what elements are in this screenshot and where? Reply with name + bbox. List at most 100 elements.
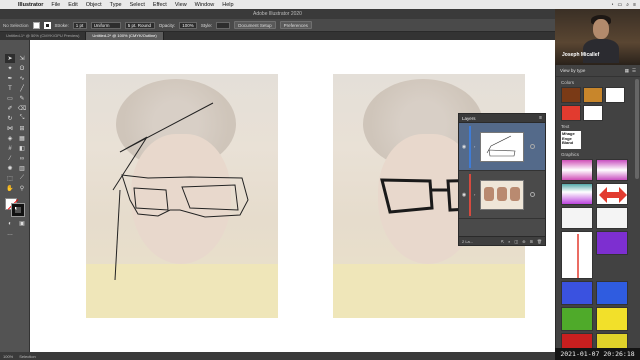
graphics-section-title[interactable]: Graphics <box>556 149 640 159</box>
fill-swatch[interactable] <box>32 21 40 29</box>
eyedropper-tool-icon[interactable]: ⁄ <box>5 154 15 163</box>
menu-select[interactable]: Select <box>126 2 149 8</box>
export-icon[interactable]: ⇱ <box>501 239 504 244</box>
text-style-sample[interactable]: Mhage Enge Bland <box>561 131 581 149</box>
battery-icon[interactable]: ▭ <box>618 2 623 8</box>
new-sublayer-icon[interactable]: ⊕ <box>522 239 525 244</box>
column-graph-tool-icon[interactable]: ▥ <box>17 164 27 173</box>
stroke-label[interactable]: Stroke: <box>55 23 69 28</box>
symbol-sprayer-tool-icon[interactable]: ✺ <box>5 164 15 173</box>
colors-section-title[interactable]: Colors <box>556 77 640 87</box>
graphic-pink-burst[interactable] <box>561 159 593 181</box>
hand-tool-icon[interactable]: ✋ <box>5 184 15 193</box>
screen-mode-icon[interactable]: ▣ <box>17 219 27 228</box>
layer-row-2[interactable]: ◉ › <box>459 123 545 171</box>
active-tool-status[interactable]: Selection <box>19 354 35 359</box>
visibility-eye-icon[interactable]: ◉ <box>459 144 469 150</box>
graphic-frame-2[interactable] <box>596 207 628 229</box>
slice-tool-icon[interactable]: ⟋ <box>17 174 27 183</box>
control-center-icon[interactable]: ≡ <box>633 2 636 8</box>
style-swatch[interactable] <box>216 21 231 29</box>
graphic-splash[interactable] <box>561 183 593 205</box>
stroke-swatch[interactable] <box>43 21 51 29</box>
line-tool-icon[interactable]: ╱ <box>17 84 27 93</box>
rectangle-tool-icon[interactable]: ▭ <box>5 94 15 103</box>
rotate-tool-icon[interactable]: ↻ <box>5 114 15 123</box>
curvature-tool-icon[interactable]: ∿ <box>17 74 27 83</box>
free-transform-tool-icon[interactable]: ⊞ <box>17 124 27 133</box>
layer-target-icon[interactable] <box>530 192 535 197</box>
variable-width-profile[interactable]: Uniform <box>90 21 121 29</box>
layers-title[interactable]: Layers <box>462 116 476 121</box>
layer-row-1[interactable]: ◉ › <box>459 171 545 219</box>
direct-selection-tool-icon[interactable]: ⇲ <box>17 54 27 63</box>
magic-wand-tool-icon[interactable]: ✦ <box>5 64 15 73</box>
zoom-level[interactable]: 100% <box>3 354 13 359</box>
graphic-purple[interactable] <box>596 231 628 255</box>
menu-object[interactable]: Object <box>82 2 106 8</box>
color-swatch-brown[interactable] <box>561 87 581 103</box>
edit-toolbar-icon[interactable]: … <box>5 229 15 238</box>
new-layer-icon[interactable]: ⊞ <box>530 239 533 244</box>
menu-app[interactable]: Illustrator <box>14 2 47 8</box>
preferences-button[interactable]: Preferences <box>279 21 312 29</box>
layer-target-icon[interactable] <box>530 144 535 149</box>
graphic-blue-2[interactable] <box>596 281 628 305</box>
selection-tool-icon[interactable]: ➤ <box>5 54 15 63</box>
eraser-tool-icon[interactable]: ⌫ <box>17 104 27 113</box>
brush-definition[interactable]: 5 pt. Round <box>124 21 155 29</box>
graphic-red-line[interactable] <box>561 231 593 279</box>
list-view-icon[interactable]: ☰ <box>632 68 636 74</box>
menu-type[interactable]: Type <box>106 2 126 8</box>
text-section-title[interactable]: Text <box>556 121 640 131</box>
panel-menu-icon[interactable]: ≡ <box>539 115 545 121</box>
color-swatch-red[interactable] <box>561 105 581 121</box>
libraries-scrollbar[interactable] <box>635 79 639 179</box>
search-icon[interactable]: ⌕ <box>626 2 629 8</box>
style-label[interactable]: Style: <box>201 23 212 28</box>
graphic-red-arrows[interactable] <box>596 183 628 205</box>
shape-builder-tool-icon[interactable]: ◈ <box>5 134 15 143</box>
menu-edit[interactable]: Edit <box>64 2 81 8</box>
locate-object-icon[interactable]: ⌕ <box>508 239 510 244</box>
color-swatch-orange[interactable] <box>583 87 603 103</box>
grid-view-icon[interactable]: ▦ <box>625 68 629 74</box>
view-by-type[interactable]: View by type <box>560 68 585 73</box>
perspective-grid-tool-icon[interactable]: ▦ <box>17 134 27 143</box>
menu-file[interactable]: File <box>47 2 64 8</box>
pencil-tool-icon[interactable]: ✐ <box>5 104 15 113</box>
visibility-eye-icon[interactable]: ◉ <box>459 192 469 198</box>
stroke-weight-field[interactable]: 1 pt <box>72 21 87 29</box>
graphic-frame[interactable] <box>561 207 593 229</box>
mesh-tool-icon[interactable]: # <box>5 144 15 153</box>
artboard-tool-icon[interactable]: ⬚ <box>5 174 15 183</box>
blend-tool-icon[interactable]: ∞ <box>17 154 27 163</box>
draw-mode-icon[interactable]: ◐ <box>5 219 15 228</box>
clipping-mask-icon[interactable]: ◫ <box>514 239 518 244</box>
graphic-yellow[interactable] <box>596 307 628 331</box>
menu-window[interactable]: Window <box>191 2 219 8</box>
document-setup-button[interactable]: Document Setup <box>234 21 276 29</box>
graphic-blue[interactable] <box>561 281 593 305</box>
color-swatch-white-2[interactable] <box>583 105 603 121</box>
zoom-tool-icon[interactable]: ⚲ <box>17 184 27 193</box>
menu-effect[interactable]: Effect <box>149 2 171 8</box>
lasso-tool-icon[interactable]: ʘ <box>17 64 27 73</box>
paintbrush-tool-icon[interactable]: ✎ <box>17 94 27 103</box>
fill-stroke-indicator[interactable] <box>5 198 25 217</box>
gradient-tool-icon[interactable]: ◧ <box>17 144 27 153</box>
type-tool-icon[interactable]: T <box>5 84 15 93</box>
scale-tool-icon[interactable]: ⤡ <box>17 114 27 123</box>
photo-left[interactable] <box>86 74 278 318</box>
stroke-black-swatch[interactable] <box>11 203 25 217</box>
menu-help[interactable]: Help <box>218 2 237 8</box>
opacity-label[interactable]: Opacity: <box>159 23 176 28</box>
pen-tool-icon[interactable]: ✒ <box>5 74 15 83</box>
graphic-pink-burst-2[interactable] <box>596 159 628 181</box>
menu-view[interactable]: View <box>171 2 191 8</box>
color-swatch-white[interactable] <box>605 87 625 103</box>
tab-untitled-1[interactable]: Untitled-1* @ 50% (CMYK/GPU Preview) <box>0 32 87 40</box>
wifi-icon[interactable]: ◔ <box>611 2 614 8</box>
graphic-green[interactable] <box>561 307 593 331</box>
width-tool-icon[interactable]: ⋈ <box>5 124 15 133</box>
